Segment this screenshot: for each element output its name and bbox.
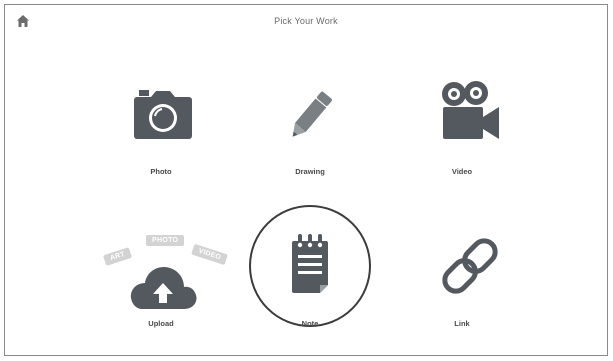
chain-link-icon [442, 238, 498, 294]
video-camera-icon [442, 81, 499, 139]
cloud-upload-icon [130, 267, 197, 309]
notepad-icon [292, 234, 328, 293]
photo-label: Photo [150, 167, 172, 176]
drawing-option[interactable]: Drawing [245, 75, 375, 195]
photo-option[interactable]: Photo [96, 75, 226, 195]
camera-icon [134, 90, 192, 139]
link-option[interactable]: Link [397, 223, 527, 343]
video-label: Video [451, 167, 473, 176]
drawing-label: Drawing [295, 167, 325, 176]
upload-label: Upload [148, 319, 174, 328]
note-label: Note [301, 319, 319, 328]
choose-work-window: Pick Your Work Photo Drawing Video ART P… [4, 4, 608, 356]
pencil-icon [292, 91, 332, 137]
upload-option[interactable]: ART PHOTO VIDEO Upload [96, 223, 229, 343]
note-option[interactable]: Note [245, 205, 375, 331]
video-option[interactable]: Video [397, 75, 527, 195]
link-label: Link [454, 319, 470, 328]
window-title: Pick Your Work [274, 16, 338, 26]
title-bar: Pick Your Work [5, 5, 607, 35]
photo-tag: PHOTO [146, 235, 185, 246]
